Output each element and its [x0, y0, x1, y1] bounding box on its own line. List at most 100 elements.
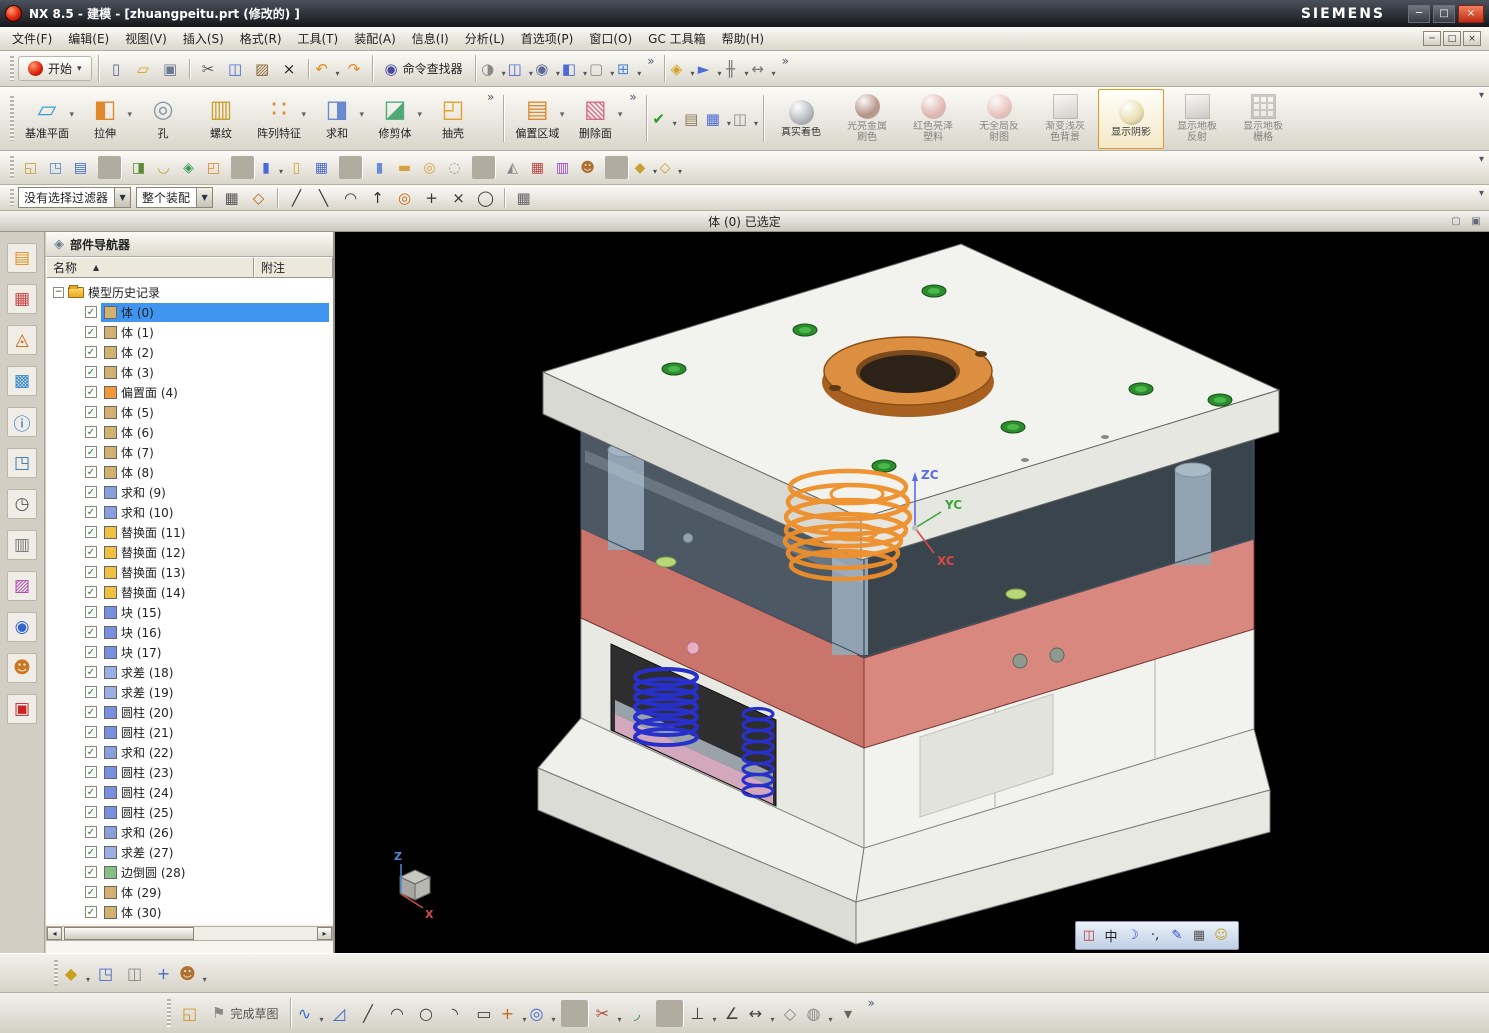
geometric-constraints-icon[interactable]: ⊥	[689, 1000, 717, 1027]
checkbox-icon[interactable]	[85, 586, 97, 598]
menu-edit[interactable]: 编辑(E)	[60, 27, 117, 50]
extrude-button[interactable]: ◧ 拉伸	[76, 90, 134, 148]
hd3d-tools-icon[interactable]: ⓘ	[7, 407, 37, 437]
point-icon[interactable]: +	[499, 1000, 527, 1027]
snap-endpoint-icon[interactable]: ╱	[284, 185, 309, 210]
triangle-tool-icon[interactable]: ◭	[501, 156, 524, 179]
snap-arc-icon[interactable]: ◠	[338, 185, 363, 210]
toolbar-icon[interactable]	[339, 156, 362, 179]
tree-row[interactable]: 体 (6)	[46, 422, 333, 442]
tree-row[interactable]: 求差 (27)	[46, 842, 333, 862]
datum-csys-icon[interactable]: ◳	[44, 156, 67, 179]
roles-icon[interactable]: ☻	[576, 156, 599, 179]
checkbox-icon[interactable]	[85, 706, 97, 718]
view-triad[interactable]: Z X	[394, 850, 434, 921]
status-dock-icon[interactable]: ▣	[1467, 213, 1485, 229]
datum-plane-button[interactable]: ▱ 基准平面	[18, 90, 76, 148]
checkbox-icon[interactable]	[85, 546, 97, 558]
scroll-left-icon[interactable]	[47, 927, 62, 940]
toolbar-icon[interactable]	[231, 156, 254, 179]
checkbox-icon[interactable]	[85, 786, 97, 798]
checkbox-icon[interactable]	[85, 506, 97, 518]
checkbox-icon[interactable]	[85, 686, 97, 698]
selection-filter-combo[interactable]: 没有选择过滤器 ▼	[18, 187, 132, 208]
sketch-icon[interactable]: ◱	[19, 156, 42, 179]
undo-icon[interactable]: ↶	[315, 56, 339, 81]
doc-close-button[interactable]: ×	[1463, 31, 1481, 46]
style-state-icon[interactable]: ◇	[776, 1000, 803, 1027]
finish-sketch-button[interactable]: ⚑ 完成草图	[204, 1001, 286, 1025]
window-tile-icon[interactable]: ◫	[121, 960, 148, 987]
selection-scope-combo[interactable]: 整个装配 ▼	[136, 187, 214, 208]
checkbox-icon[interactable]	[85, 566, 97, 578]
menu-information[interactable]: 信息(I)	[404, 27, 457, 50]
ime-language-bar[interactable]: ◫ 中 ☽ ·, ✎ ▦ ☺	[1075, 921, 1239, 950]
bright-metal-button[interactable]: 光亮金属刷色	[834, 89, 900, 149]
overflow-chevron[interactable]: »	[629, 87, 636, 104]
tree-row[interactable]: 圆柱 (24)	[46, 782, 333, 802]
checkbox-icon[interactable]	[85, 826, 97, 838]
tree-root-row[interactable]: 模型历史记录	[46, 282, 333, 302]
toolbar-options-arrow[interactable]: ▾	[1479, 90, 1484, 101]
hole-button[interactable]: ◎ 孔	[134, 90, 192, 148]
redo-icon[interactable]: ↷	[342, 56, 367, 81]
line-icon[interactable]: ╱	[354, 1000, 381, 1027]
menu-analysis[interactable]: 分析(L)	[457, 27, 513, 50]
tree-row[interactable]: 求和 (9)	[46, 482, 333, 502]
checkbox-icon[interactable]	[85, 626, 97, 638]
trim-body-button[interactable]: ◪ 修剪体	[366, 90, 424, 148]
gradient-gray-background-button[interactable]: 渐变浅灰色背景	[1032, 89, 1098, 149]
wcs-icon[interactable]: ◆	[634, 156, 657, 179]
measure-distance-icon[interactable]: ╫	[724, 56, 749, 81]
move-view-icon[interactable]: +	[150, 960, 177, 987]
extrude-small-icon[interactable]: ▮	[260, 156, 283, 179]
menu-file[interactable]: 文件(F)	[4, 27, 60, 50]
capsule-tool-icon[interactable]: ▬	[393, 156, 416, 179]
scroll-right-icon[interactable]	[317, 927, 332, 940]
checkbox-icon[interactable]	[85, 406, 97, 418]
delete-icon[interactable]: ×	[277, 56, 302, 81]
tree-row[interactable]: 体 (5)	[46, 402, 333, 422]
checkbox-icon[interactable]	[85, 806, 97, 818]
selection-scope-icon[interactable]: ▦	[219, 185, 244, 210]
tree-row[interactable]: 替换面 (13)	[46, 562, 333, 582]
scrollbar-thumb[interactable]	[64, 927, 194, 940]
torus-tool-icon[interactable]: ◎	[418, 156, 441, 179]
show-shadow-button[interactable]: 显示阴影	[1098, 88, 1165, 149]
window-layout-icon[interactable]: ◫	[508, 56, 533, 81]
new-component-icon[interactable]: ◆	[63, 960, 90, 987]
ime-punctuation-icon[interactable]: ·,	[1145, 925, 1165, 947]
paste-icon[interactable]: ▨	[250, 56, 275, 81]
arc-icon[interactable]: ◠	[383, 1000, 410, 1027]
process-studio-icon[interactable]: ▥	[7, 530, 37, 560]
toolbar-handle[interactable]	[10, 188, 14, 207]
team-roles-icon[interactable]: ☻	[179, 960, 207, 987]
part-navigator-icon[interactable]: ◬	[7, 325, 37, 355]
tree-row[interactable]: 体 (8)	[46, 462, 333, 482]
checkbox-icon[interactable]	[85, 466, 97, 478]
materials-icon[interactable]: ▣	[7, 694, 37, 724]
tree-row[interactable]: 求差 (19)	[46, 682, 333, 702]
ime-language-icon[interactable]: 中	[1101, 925, 1121, 947]
ime-smiley-icon[interactable]: ☺	[1211, 925, 1231, 947]
tree-row[interactable]: 块 (15)	[46, 602, 333, 622]
red-gloss-plastic-button[interactable]: 红色亮泽塑料	[900, 89, 966, 149]
toolbar-options-arrow[interactable]: ▾	[1479, 188, 1484, 199]
checkbox-icon[interactable]	[85, 766, 97, 778]
ime-logo-icon[interactable]: ◫	[1079, 925, 1099, 947]
menu-preferences[interactable]: 首选项(P)	[513, 27, 582, 50]
menu-tools[interactable]: 工具(T)	[290, 27, 347, 50]
snap-settings-icon[interactable]: ◇	[246, 185, 271, 210]
checkbox-icon[interactable]	[85, 386, 97, 398]
new-window-icon[interactable]: ⊞	[616, 56, 641, 81]
cut-icon[interactable]: ✂	[196, 56, 221, 81]
snap-circle-icon[interactable]: ◯	[473, 185, 498, 210]
snap-icon[interactable]	[277, 187, 279, 208]
tree-row[interactable]: 圆柱 (20)	[46, 702, 333, 722]
checkbox-icon[interactable]	[85, 726, 97, 738]
menu-view[interactable]: 视图(V)	[117, 27, 175, 50]
combo-arrow-icon[interactable]: ▼	[196, 188, 213, 207]
tree-row[interactable]: 边倒圆 (28)	[46, 862, 333, 882]
dimension-icon[interactable]: ↔	[747, 1000, 775, 1027]
checkbox-icon[interactable]	[85, 426, 97, 438]
